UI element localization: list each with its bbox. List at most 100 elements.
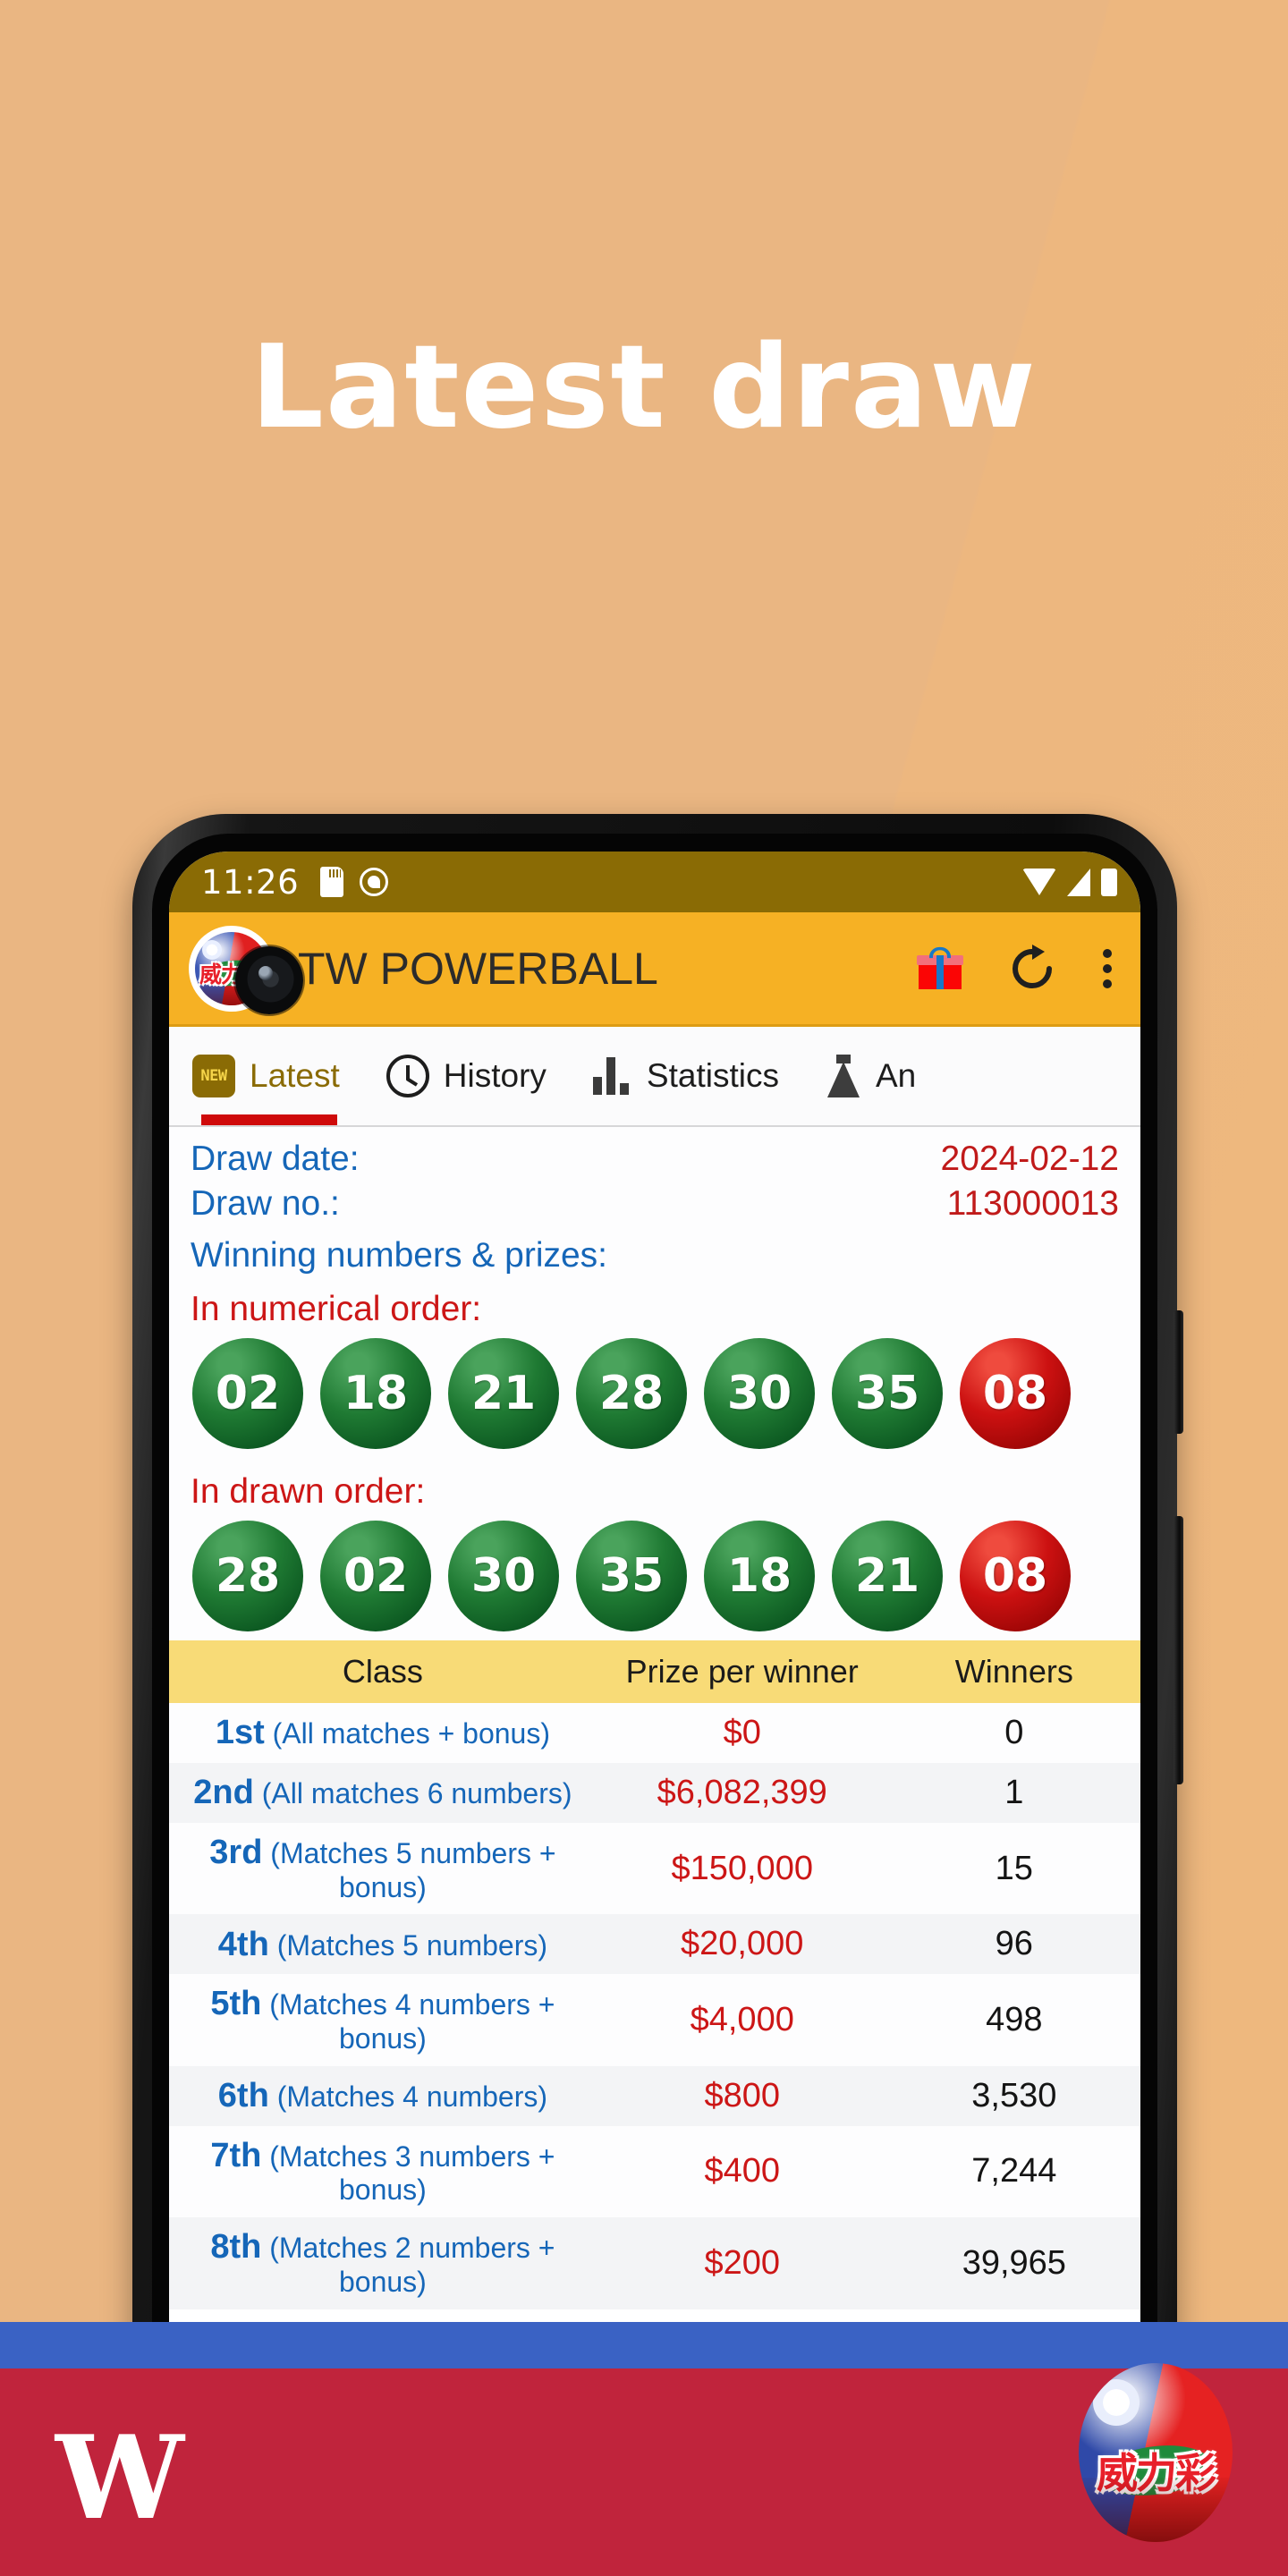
prize-table-head: Class Prize per winner Winners	[169, 1640, 1140, 1703]
lottery-ball: 21	[832, 1521, 943, 1631]
prize-amount-cell: $150,000	[671, 1849, 813, 1887]
prize-class-cell: 7th (Matches 3 numbers + bonus)	[210, 2136, 555, 2207]
lottery-ball-banner-icon: 威力彩	[1079, 2363, 1233, 2542]
prize-class-cell: 4th (Matches 5 numbers)	[217, 1925, 548, 1963]
prize-table: Class Prize per winner Winners 1st (All …	[169, 1640, 1140, 2309]
app-bar-actions	[917, 944, 1119, 993]
wifi-icon	[1022, 869, 1056, 895]
winners-count-cell: 3,530	[971, 2076, 1057, 2114]
table-row: 3rd (Matches 5 numbers + bonus) $150,000 1…	[169, 1823, 1140, 1914]
prize-rank: 2nd	[193, 1774, 254, 1812]
numerical-order-balls: 02 18 21 28 30 35 08	[191, 1335, 1119, 1458]
lottery-ball: 28	[192, 1521, 303, 1631]
lottery-ball: 35	[832, 1338, 943, 1449]
prize-amount-cell: $400	[704, 2152, 780, 2190]
numerical-order-label: In numerical order:	[191, 1290, 482, 1328]
lottery-ball: 30	[448, 1521, 559, 1631]
th-winners: Winners	[887, 1640, 1140, 1703]
draw-no-value: 113000013	[946, 1184, 1119, 1223]
table-row: 7th (Matches 3 numbers + bonus) $400 7,244	[169, 2126, 1140, 2217]
prize-rank: 3rd	[209, 1834, 263, 1871]
prize-rank: 5th	[210, 1985, 262, 2023]
draw-info-section: Draw date: 2024-02-12 Draw no.: 11300001…	[169, 1127, 1140, 1640]
prize-amount-cell: $6,082,399	[657, 1774, 827, 1811]
new-badge-icon: NEW	[192, 1055, 235, 1097]
prize-rank: 4th	[217, 1925, 269, 1963]
prize-class-cell: 6th (Matches 4 numbers)	[217, 2076, 548, 2114]
lottery-ball: 08	[960, 1521, 1071, 1631]
prize-class-cell: 3rd (Matches 5 numbers + bonus)	[209, 1834, 556, 1903]
prize-amount-cell: $4,000	[690, 2001, 794, 2039]
phone-mockup: 11:26 威力彩 TW POWERBALL NEW Latest Histor…	[132, 814, 1183, 2370]
prize-rank: 6th	[217, 2076, 269, 2114]
winning-numbers-header: Winning numbers & prizes:	[191, 1236, 608, 1275]
lottery-ball: 35	[576, 1521, 687, 1631]
prize-table-body: 1st (All matches + bonus) $0 0 2nd (All mat…	[169, 1703, 1140, 2309]
status-left-icons	[320, 867, 389, 897]
tab-latest-label: Latest	[250, 1057, 340, 1094]
w-brand-logo: W	[55, 2411, 184, 2546]
sun-emblem	[1093, 2379, 1140, 2426]
tab-statistics[interactable]: Statistics	[570, 1027, 802, 1125]
prize-rank: 8th	[210, 2228, 262, 2267]
winners-count-cell: 1	[1004, 1774, 1024, 1811]
banner-red-strip: W 威力彩	[0, 2363, 1288, 2576]
tab-analysis[interactable]: An	[802, 1027, 939, 1125]
lottery-ball: 30	[704, 1338, 815, 1449]
status-bar: 11:26	[169, 852, 1140, 912]
phone-volume-button[interactable]	[1174, 1516, 1183, 1784]
th-prize: Prize per winner	[596, 1640, 888, 1703]
prize-class-cell: 2nd (All matches 6 numbers)	[193, 1774, 572, 1812]
phone-power-button[interactable]	[1174, 1310, 1183, 1434]
clock-icon	[386, 1055, 429, 1097]
draw-date-label: Draw date:	[191, 1140, 360, 1178]
gift-icon[interactable]	[917, 946, 963, 989]
app-title: TW POWERBALL	[298, 943, 658, 994]
lottery-ball: 18	[320, 1338, 431, 1449]
table-row: 4th (Matches 5 numbers) $20,000 96	[169, 1914, 1140, 1975]
draw-no-row: Draw no.: 113000013	[191, 1184, 1119, 1224]
table-row: 1st (All matches + bonus) $0 0	[169, 1703, 1140, 1763]
prize-class-cell: 1st (All matches + bonus)	[215, 1714, 550, 1752]
drawn-order-balls: 28 02 30 35 18 21 08	[191, 1517, 1119, 1640]
lottery-ball: 28	[576, 1338, 687, 1449]
table-row: 2nd (All matches 6 numbers) $6,082,399 1	[169, 1763, 1140, 1823]
draw-no-label: Draw no.:	[191, 1184, 340, 1223]
prize-rank: 1st	[215, 1714, 265, 1752]
tab-history[interactable]: History	[363, 1027, 570, 1125]
winners-count-cell: 0	[1004, 1714, 1024, 1751]
battery-icon	[1101, 868, 1117, 896]
prize-table-header-row: Class Prize per winner Winners	[169, 1640, 1140, 1703]
th-class: Class	[169, 1640, 597, 1703]
table-row: 5th (Matches 4 numbers + bonus) $4,000 498	[169, 1974, 1140, 2065]
front-camera-punch-hole	[235, 946, 303, 1014]
tab-statistics-label: Statistics	[646, 1057, 779, 1094]
promo-screenshot: Latest draw 11:26 威力彩 TW POWERBALL NEW L…	[0, 0, 1288, 2576]
lottery-ball: 02	[192, 1338, 303, 1449]
prize-class-cell: 5th (Matches 4 numbers + bonus)	[210, 1985, 555, 2055]
winners-count-cell: 15	[995, 1849, 1033, 1887]
winners-count-cell: 7,244	[971, 2152, 1057, 2190]
bar-chart-icon	[592, 1057, 632, 1095]
sd-card-icon	[320, 867, 344, 897]
draw-date-value: 2024-02-12	[940, 1140, 1120, 1178]
active-tab-indicator	[201, 1114, 337, 1125]
do-not-disturb-icon	[360, 868, 389, 896]
refresh-icon[interactable]	[1008, 944, 1056, 993]
status-time: 11:26	[201, 862, 300, 902]
prize-amount-cell: $20,000	[681, 1925, 804, 1963]
table-row: 6th (Matches 4 numbers) $800 3,530	[169, 2065, 1140, 2126]
page-title: Latest draw	[250, 321, 1038, 454]
tab-bar: NEW Latest History Statistics An	[169, 1027, 1140, 1127]
winners-count-cell: 96	[995, 1925, 1033, 1963]
overflow-menu-icon[interactable]	[1103, 948, 1112, 988]
ball-shading	[1079, 2478, 1233, 2542]
winners-count-cell: 39,965	[962, 2243, 1066, 2282]
app-bar: 威力彩 TW POWERBALL	[169, 912, 1140, 1027]
prize-class-cell: 8th (Matches 2 numbers + bonus)	[210, 2228, 555, 2298]
lottery-ball: 21	[448, 1338, 559, 1449]
tab-latest[interactable]: NEW Latest	[169, 1027, 363, 1125]
banner-blue-strip	[0, 2322, 1288, 2368]
status-right-icons	[1022, 868, 1117, 896]
draw-date-row: Draw date: 2024-02-12	[191, 1140, 1119, 1179]
